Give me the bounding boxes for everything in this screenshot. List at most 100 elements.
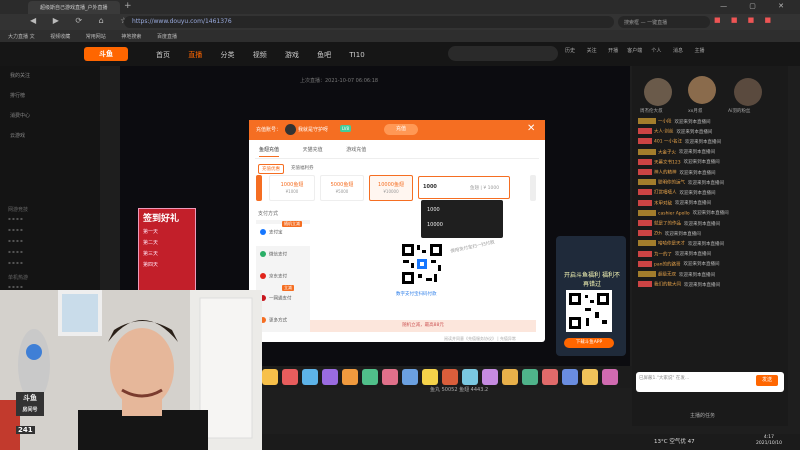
nav-games[interactable]: 游戏 [285,51,299,59]
chat-username[interactable]: cashier Apollo [658,211,690,216]
dropdown-option[interactable]: 10000 [427,222,443,228]
gift-item[interactable] [582,369,598,385]
weather-widget[interactable]: 13°C 空气优 47 [654,437,695,445]
chat-username[interactable]: 聪明你的运气 [658,181,685,186]
anchor-icon[interactable]: 主播 [690,47,710,54]
subtab-discount[interactable]: 充值优惠 [258,164,284,174]
tab-tmall-recharge[interactable]: 天猫充值 [303,146,323,156]
chat-username[interactable]: 木甲对敌 [654,201,672,206]
gift-item[interactable] [402,369,418,385]
go-live-icon[interactable]: 开播 [603,47,623,54]
nav-yuba[interactable]: 鱼吧 [317,51,331,59]
sign-in-day: 第二天 [143,240,159,246]
tab-fish-fin-recharge[interactable]: 鱼翅充值 [259,146,280,157]
dropdown-option[interactable]: 1000 [427,207,440,213]
send-button[interactable]: 发送 [756,375,778,386]
chat-username[interactable]: pan的的路哥 [654,262,680,267]
subtab-coupon[interactable]: 充值福利券 [288,164,317,172]
gift-item[interactable] [262,369,278,385]
anchor-task-link[interactable]: 主播的任务 [690,412,715,419]
pack-option-10000[interactable]: 10000鱼翅 ¥10000 [369,175,413,201]
client-icon[interactable]: 客户端 [625,47,645,54]
window-controls[interactable]: — ▢ ✕ [720,2,794,10]
chat-username[interactable]: Zth [654,232,662,237]
nav-live[interactable]: 直播 [188,51,202,59]
browser-search-input[interactable]: 搜索框 — 一键直播 [618,16,710,28]
profile-icon[interactable]: 个人 [646,47,666,54]
gift-item[interactable] [422,369,438,385]
tab-game-recharge[interactable]: 游戏充值 [346,146,366,156]
chat-username[interactable]: 一小段 [658,120,672,125]
gift-item[interactable] [482,369,498,385]
pack-option-5000[interactable]: 5000鱼翅 ¥5000 [320,175,364,201]
gift-item[interactable] [362,369,378,385]
gift-item[interactable] [502,369,518,385]
chat-username[interactable]: 神人的精神 [654,171,677,176]
bookmark-item[interactable]: 视频收藏 [50,34,70,40]
gift-item[interactable] [462,369,478,385]
chat-username[interactable]: 天幕文书123 [654,160,681,165]
chat-text: 欢迎来到本直播间 [676,129,713,135]
sidebar-item-consume[interactable]: 消费中心 [0,106,100,126]
pay-alipay[interactable]: 支付宝 [260,229,283,236]
chat-username[interactable]: 我们的数大同 [654,283,681,288]
payment-method-label: 支付方式 [258,211,279,217]
nav-category[interactable]: 分类 [220,51,234,59]
sidebar-section-online-games[interactable]: 网游竞技 [0,206,100,213]
gift-item[interactable] [602,369,618,385]
close-icon[interactable]: ✕ [527,123,535,134]
sidebar-section-single-games[interactable]: 单机热游 [0,274,100,281]
download-app-button[interactable]: 下载斗鱼APP [564,338,614,348]
gift-item[interactable] [442,369,458,385]
site-logo[interactable]: 斗鱼 [84,47,128,61]
chat-username[interactable]: 为一的了 [654,252,672,257]
chat-username[interactable]: 大金子火 [658,150,676,155]
gift-item[interactable] [562,369,578,385]
agreement-link[interactable]: 阅读并同意《充值服务协议》 | 充值异常 [444,336,516,342]
extension-icons[interactable]: ■ ■ ■ ■ [714,16,775,24]
chevron-right-icon[interactable] [530,175,536,201]
chat-username[interactable]: 哈哈你是天才 [658,242,685,247]
pay-jd[interactable]: 京东支付 [260,273,287,280]
browser-tab[interactable]: 超级斯自己游戏直播_户外直播 [28,1,120,14]
gift-item[interactable] [282,369,298,385]
bookmark-item[interactable]: 神地搜索 [121,34,141,40]
chevron-left-icon[interactable] [256,175,262,201]
url-field[interactable]: https://www.douyu.com/1461376 [124,16,614,28]
pay-cmb[interactable]: 一网通支付 [260,295,292,302]
chat-username[interactable]: 打赏嘻嘻人 [654,191,677,196]
new-tab-button[interactable]: + [124,1,132,11]
pack-option-1000[interactable]: 1000鱼翅 ¥1000 [269,175,315,201]
bookmark-item[interactable]: 大力直播 文 [8,34,35,40]
nav-home[interactable]: 首页 [156,51,170,59]
gift-item[interactable] [302,369,318,385]
pay-wechat[interactable]: 微信支付 [260,251,287,258]
gift-item[interactable] [522,369,538,385]
fan-avatar[interactable] [734,78,762,106]
chat-username[interactable]: 401 一小名汪 [654,140,682,145]
bookmark-item[interactable]: 常用网站 [86,34,106,40]
bookmark-item[interactable]: 百度直播 [157,34,177,40]
fan-avatar[interactable] [688,76,716,104]
browser-nav-buttons[interactable]: ◀ ▶ ⟳ ⌂ ☆ [30,16,134,25]
pay-more[interactable]: 更多方式 [260,317,287,324]
chat-username[interactable]: 大人·剑丝 [654,130,673,135]
history-icon[interactable]: 历史 [560,47,580,54]
chat-username[interactable]: 超级无双 [658,273,676,278]
message-icon[interactable]: 消息 [668,47,688,54]
gift-item[interactable] [382,369,398,385]
recharge-pill-button[interactable]: 充值 [384,124,418,135]
sidebar-item-cloud-game[interactable]: 云游戏 [0,126,100,146]
fan-avatar[interactable] [644,78,672,106]
gift-item[interactable] [542,369,558,385]
follow-icon[interactable]: 关注 [582,47,602,54]
nav-video[interactable]: 视频 [253,51,267,59]
nav-ti10[interactable]: TI10 [349,51,364,59]
gift-item[interactable] [322,369,338,385]
site-search-input[interactable] [448,46,558,61]
taskbar-clock[interactable]: 4:17 2021/10/10 [756,435,782,447]
chat-username[interactable]: 就是了的作品 [654,222,681,227]
sidebar-item-follow[interactable]: 我的关注 [0,66,100,86]
sidebar-item-rank[interactable]: 排行榜 [0,86,100,106]
gift-item[interactable] [342,369,358,385]
